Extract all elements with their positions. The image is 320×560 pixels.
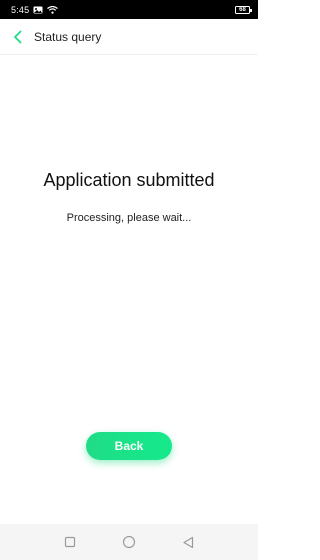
status-bar-left: 5:45 [11, 4, 59, 15]
battery-icon: 68 [235, 5, 252, 14]
recent-apps-square-icon[interactable] [58, 530, 82, 554]
battery-level: 68 [239, 6, 246, 13]
home-circle-icon[interactable] [117, 530, 141, 554]
page-title: Status query [34, 29, 102, 44]
status-title: Application submitted [43, 170, 215, 190]
status-time: 5:45 [11, 4, 30, 15]
wifi-icon [47, 5, 59, 14]
chevron-left-icon[interactable] [6, 19, 30, 55]
status-bar: 5:45 68 [0, 0, 258, 19]
image-notification-icon [33, 6, 43, 14]
back-triangle-icon[interactable] [176, 530, 200, 554]
back-button[interactable]: Back [86, 432, 172, 460]
status-message: Processing, please wait... [66, 212, 192, 224]
app-header: Status query [0, 19, 258, 55]
system-nav-bar [0, 524, 258, 560]
